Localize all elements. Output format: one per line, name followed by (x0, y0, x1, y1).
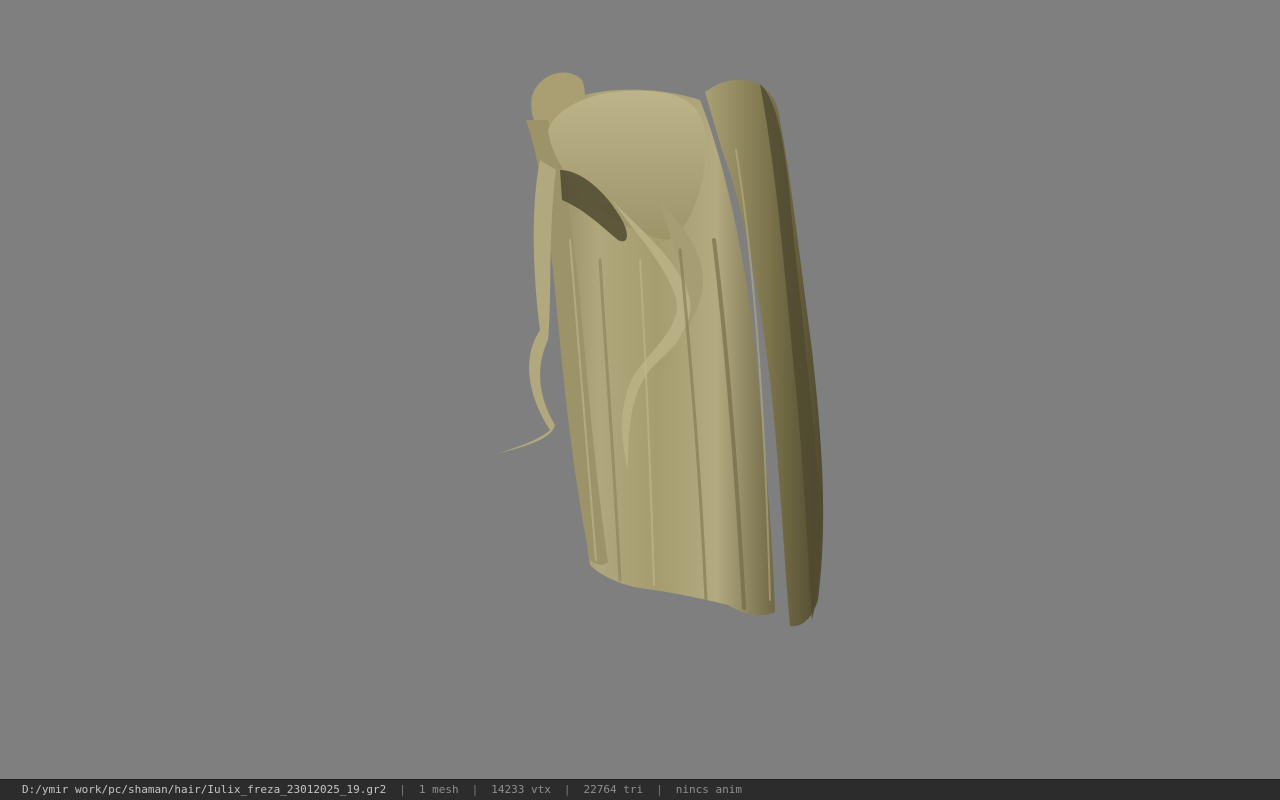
status-separator: | (399, 783, 406, 796)
mesh-count: 1 mesh (418, 783, 459, 796)
status-bar: D:/ymir work/pc/shaman/hair/Iulix_freza_… (0, 779, 1280, 800)
hair-model-render[interactable] (0, 0, 1280, 779)
status-separator: | (563, 783, 571, 796)
status-separator: | (471, 783, 479, 796)
triangle-count: 22764 tri (583, 783, 644, 796)
vertex-count: 14233 vtx (491, 783, 551, 796)
front-wavy-strand-left (492, 160, 556, 455)
animation-status: nincs anim (675, 783, 742, 796)
file-path: D:/ymir work/pc/shaman/hair/Iulix_freza_… (22, 783, 387, 796)
3d-viewport[interactable] (0, 0, 1280, 779)
status-separator: | (656, 783, 663, 796)
